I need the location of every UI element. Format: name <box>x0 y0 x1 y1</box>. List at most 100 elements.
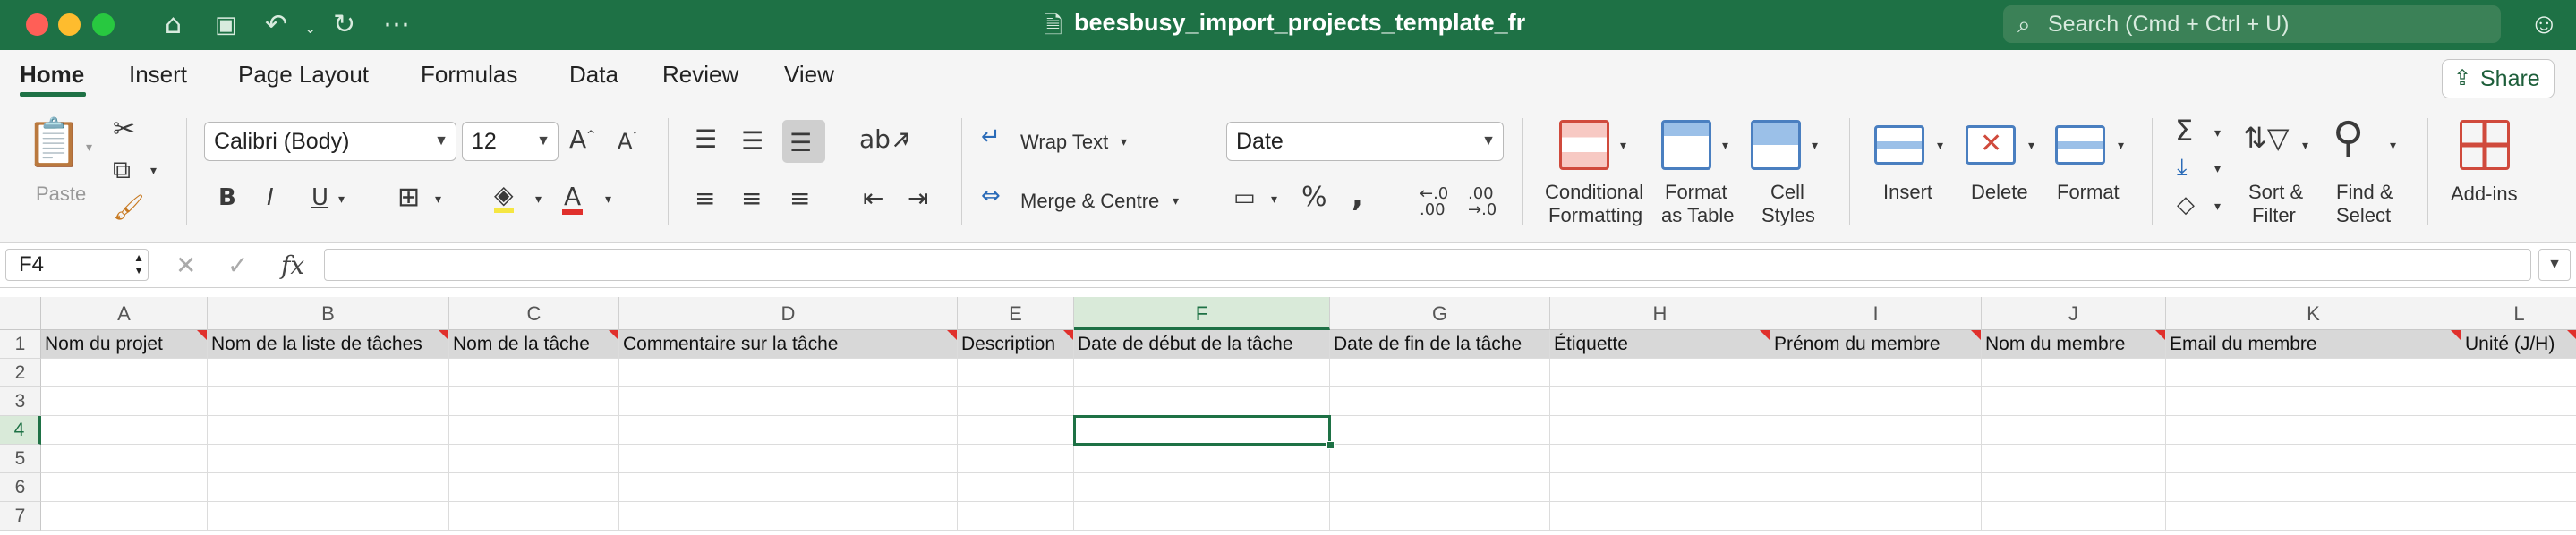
borders-icon[interactable]: ⊞ <box>397 184 420 211</box>
column-header-h[interactable]: H <box>1550 297 1770 330</box>
wrap-text-label[interactable]: Wrap Text <box>1020 131 1108 154</box>
copy-icon[interactable]: ⧉ <box>113 157 131 183</box>
accounting-dropdown-icon[interactable]: ▾ <box>1271 193 1277 206</box>
worksheet-grid[interactable]: ABCDEFGHIJKL 1 Nom du projet Nom de la lis… <box>0 288 2576 535</box>
decrease-font-size-icon[interactable]: Aˇ <box>618 131 637 152</box>
cell-e2[interactable] <box>958 359 1074 387</box>
column-header-b[interactable]: B <box>208 297 449 330</box>
cell-k7[interactable] <box>2166 502 2461 531</box>
cell-h2[interactable] <box>1550 359 1770 387</box>
enter-icon[interactable]: ✓ <box>227 251 248 280</box>
tab-insert[interactable]: Insert <box>129 61 187 89</box>
cell-l4[interactable] <box>2461 416 2576 445</box>
account-icon[interactable]: ☺ <box>2529 7 2559 40</box>
select-all-button[interactable] <box>0 297 41 330</box>
share-button[interactable]: ⇪ Share <box>2442 59 2555 98</box>
minimize-window-button[interactable] <box>58 13 81 36</box>
autosum-dropdown-icon[interactable]: ▾ <box>2214 127 2221 140</box>
cell-i6[interactable] <box>1770 473 1982 502</box>
tab-page-layout[interactable]: Page Layout <box>238 61 369 89</box>
row-header-4[interactable]: 4 <box>0 416 41 445</box>
fill-color-dropdown-icon[interactable]: ▾ <box>535 193 542 206</box>
header-cell-e[interactable]: Description <box>958 330 1074 359</box>
redo-icon[interactable]: ↻ <box>333 9 355 41</box>
cell-e6[interactable] <box>958 473 1074 502</box>
cell-k4[interactable] <box>2166 416 2461 445</box>
cell-b6[interactable] <box>208 473 449 502</box>
cell-k5[interactable] <box>2166 445 2461 473</box>
decrease-decimal-icon[interactable]: .00 →.0 <box>1468 186 1497 218</box>
cell-e3[interactable] <box>958 387 1074 416</box>
undo-icon[interactable]: ↶ <box>265 9 287 41</box>
cell-h3[interactable] <box>1550 387 1770 416</box>
align-bottom-icon[interactable]: ☰ <box>789 131 812 156</box>
cell-j5[interactable] <box>1982 445 2166 473</box>
comma-style-icon[interactable]: , <box>1352 181 1363 211</box>
cell-i2[interactable] <box>1770 359 1982 387</box>
cell-l5[interactable] <box>2461 445 2576 473</box>
comment-indicator-icon[interactable] <box>2451 330 2461 340</box>
name-box[interactable]: F4 ▲ ▼ <box>5 249 149 281</box>
cell-a4[interactable] <box>41 416 208 445</box>
formula-input[interactable] <box>324 249 2531 281</box>
save-icon[interactable]: ▣ <box>215 9 237 41</box>
home-icon[interactable]: ⌂ <box>165 9 182 41</box>
format-as-table-icon[interactable] <box>1661 120 1711 170</box>
cell-h6[interactable] <box>1550 473 1770 502</box>
column-header-e[interactable]: E <box>958 297 1074 330</box>
comment-indicator-icon[interactable] <box>2567 330 2576 340</box>
name-box-stepper-icon[interactable]: ▲ ▼ <box>133 251 144 276</box>
cell-i5[interactable] <box>1770 445 1982 473</box>
cell-f3[interactable] <box>1074 387 1330 416</box>
tab-review[interactable]: Review <box>662 61 738 89</box>
cell-e4[interactable] <box>958 416 1074 445</box>
undo-dropdown-icon[interactable]: ⌄ <box>304 13 316 45</box>
format-cells-dropdown-icon[interactable]: ▾ <box>2118 140 2124 152</box>
tab-data[interactable]: Data <box>569 61 618 89</box>
align-middle-icon[interactable]: ☰ <box>741 129 763 154</box>
format-cells-icon[interactable] <box>2055 125 2105 165</box>
header-cell-d[interactable]: Commentaire sur la tâche <box>619 330 958 359</box>
format-painter-icon[interactable]: 🖌 <box>113 195 145 220</box>
cell-f5[interactable] <box>1074 445 1330 473</box>
increase-indent-icon[interactable]: ⇥ <box>908 186 928 211</box>
cell-h5[interactable] <box>1550 445 1770 473</box>
header-cell-k[interactable]: Email du membre <box>2166 330 2461 359</box>
borders-dropdown-icon[interactable]: ▾ <box>435 193 441 206</box>
fill-color-icon[interactable]: ◈ <box>494 183 514 213</box>
close-window-button[interactable] <box>26 13 48 36</box>
clear-dropdown-icon[interactable]: ▾ <box>2214 200 2221 213</box>
cell-c4[interactable] <box>449 416 619 445</box>
paste-icon[interactable]: 📋 <box>25 120 83 166</box>
clear-icon[interactable]: ◇ <box>2177 193 2195 217</box>
paste-dropdown-icon[interactable]: ▾ <box>86 141 92 154</box>
row-header-3[interactable]: 3 <box>0 387 41 416</box>
cell-k3[interactable] <box>2166 387 2461 416</box>
cell-f2[interactable] <box>1074 359 1330 387</box>
font-size-select[interactable]: 12 ▼ <box>462 122 559 161</box>
cell-c2[interactable] <box>449 359 619 387</box>
comment-indicator-icon[interactable] <box>1063 330 1073 340</box>
merge-centre-label[interactable]: Merge & Centre <box>1020 190 1159 213</box>
cell-l3[interactable] <box>2461 387 2576 416</box>
underline-dropdown-icon[interactable]: ▾ <box>338 193 345 206</box>
delete-cells-dropdown-icon[interactable]: ▾ <box>2028 140 2034 152</box>
column-header-j[interactable]: J <box>1982 297 2166 330</box>
cell-j4[interactable] <box>1982 416 2166 445</box>
cell-g3[interactable] <box>1330 387 1550 416</box>
cell-b7[interactable] <box>208 502 449 531</box>
align-center-icon[interactable]: ≡ <box>741 186 762 211</box>
format-as-table-dropdown-icon[interactable]: ▾ <box>1722 140 1728 152</box>
comment-indicator-icon[interactable] <box>947 330 957 340</box>
cell-f7[interactable] <box>1074 502 1330 531</box>
cell-b2[interactable] <box>208 359 449 387</box>
more-options-icon[interactable]: ⋯ <box>383 9 410 41</box>
header-cell-f[interactable]: Date de début de la tâche <box>1074 330 1330 359</box>
row-header-6[interactable]: 6 <box>0 473 41 502</box>
sort-filter-dropdown-icon[interactable]: ▾ <box>2302 140 2308 152</box>
header-cell-c[interactable]: Nom de la tâche <box>449 330 619 359</box>
percent-style-icon[interactable]: % <box>1301 184 1327 211</box>
cell-j3[interactable] <box>1982 387 2166 416</box>
header-cell-i[interactable]: Prénom du membre <box>1770 330 1982 359</box>
zoom-window-button[interactable] <box>92 13 115 36</box>
